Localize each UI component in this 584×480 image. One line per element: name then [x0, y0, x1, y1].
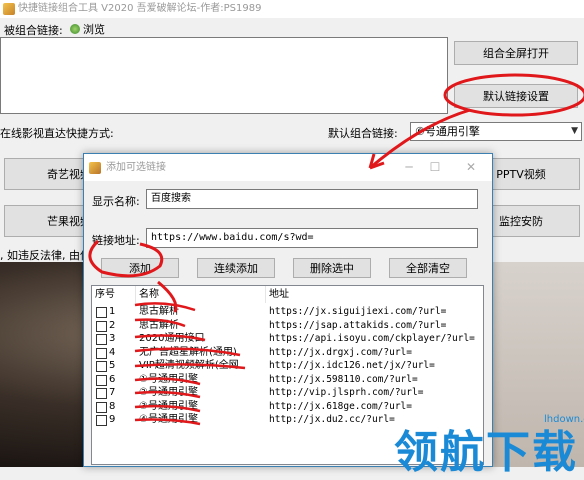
- strike-1: [134, 302, 196, 312]
- annotation-arrow-down: [157, 280, 178, 313]
- strike-8: [134, 404, 201, 413]
- strike-7: [134, 390, 201, 399]
- strike-5: [134, 363, 246, 370]
- watermark-text: 领航下载: [394, 427, 578, 478]
- annotation-arrow-line: [369, 108, 471, 170]
- annotation-strikethroughs: [134, 302, 246, 426]
- strike-2: [134, 318, 186, 328]
- strike-9: [134, 418, 201, 426]
- strike-3: [134, 334, 206, 342]
- strike-6: [134, 377, 201, 386]
- strike-4: [134, 347, 241, 357]
- annotation-circle-add: [88, 239, 164, 278]
- annotation-overlay: [88, 73, 584, 426]
- watermark-logo: lhdown.com 领航下载: [394, 398, 584, 478]
- annotation-circle-settings: [443, 73, 584, 117]
